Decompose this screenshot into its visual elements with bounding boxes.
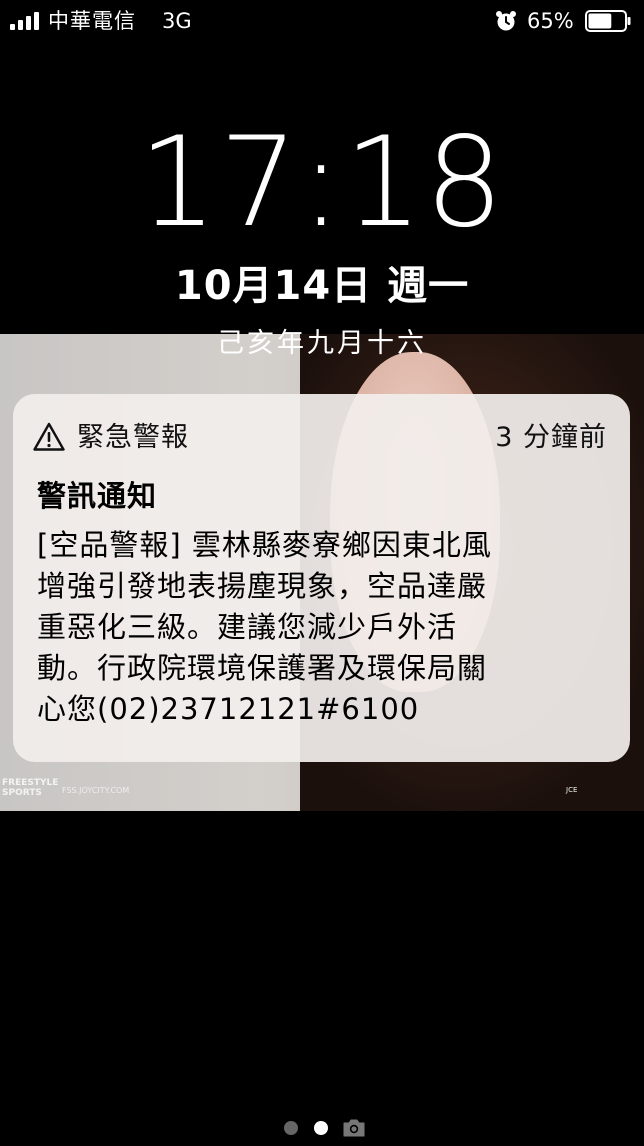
wallpaper-logo-left: FREESTYLE SPORTS: [2, 778, 59, 798]
carrier-name: 中華電信: [48, 9, 136, 33]
notification-header: 緊急警報 3 分鐘前: [33, 420, 611, 456]
page-indicator[interactable]: [0, 1118, 644, 1142]
notification-body-line: 增強引發地表揚塵現象，空品達嚴: [37, 569, 488, 603]
battery-percentage: 65%: [527, 9, 574, 33]
notification-time: 3 分鐘前: [495, 422, 607, 453]
warning-icon: [33, 422, 65, 451]
lock-clock: 17:18: [138, 111, 506, 255]
page-dot-active[interactable]: [314, 1121, 328, 1135]
alarm-icon: [496, 11, 516, 31]
wallpaper-logo-right: JCE: [566, 786, 578, 794]
network-type: 3G: [162, 9, 192, 33]
notification-body-line: [空品警報] 雲林縣麥寮鄉因東北風: [37, 528, 492, 562]
page-dot[interactable]: [284, 1121, 298, 1135]
signal-icon: [10, 12, 42, 30]
status-bar: 中華電信 3G 65%: [0, 0, 644, 44]
notification-body-line: 心您(02)23712121#6100: [37, 692, 420, 726]
notification-title: 警訊通知: [37, 479, 158, 513]
notification-body: [空品警報] 雲林縣麥寮鄉因東北風 增強引發地表揚塵現象，空品達嚴 重惡化三級。…: [37, 525, 612, 730]
lunar-date: 己亥年九月十六: [217, 328, 427, 359]
wallpaper-logo-mid: FSS.JOYCITY.COM: [62, 786, 130, 795]
camera-icon[interactable]: [342, 1118, 366, 1138]
notification-app-name: 緊急警報: [77, 422, 189, 453]
lock-date: 10月14日 週一: [174, 263, 470, 309]
notification-body-line: 重惡化三級。建議您減少戶外活: [37, 610, 458, 644]
emergency-alert-notification[interactable]: 緊急警報 3 分鐘前 警訊通知 [空品警報] 雲林縣麥寮鄉因東北風 增強引發地表…: [13, 394, 630, 762]
notification-body-line: 動。行政院環境保護署及環保局關: [37, 651, 488, 685]
battery-icon: [585, 10, 631, 32]
